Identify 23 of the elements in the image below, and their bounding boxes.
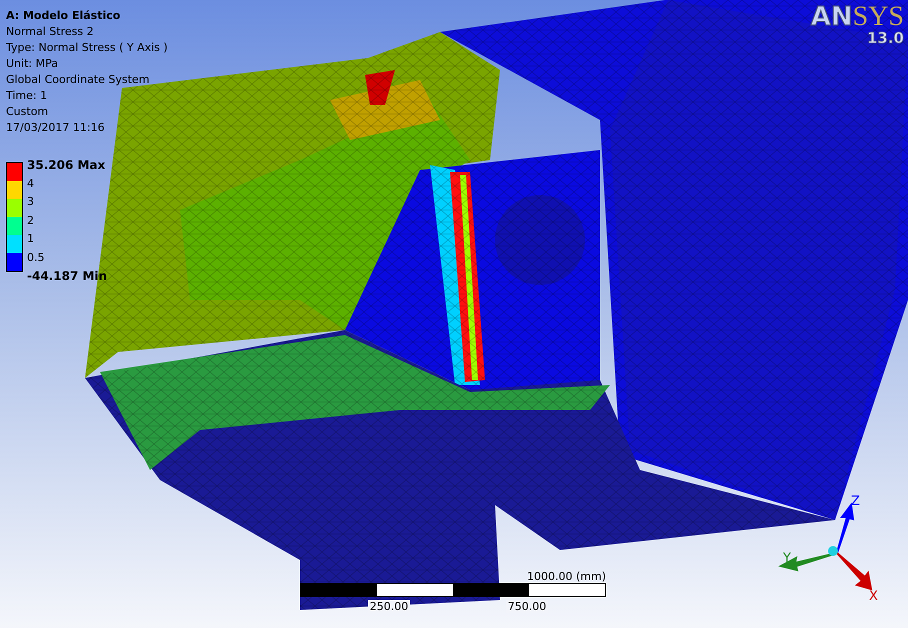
- legend-tick-label: 3: [27, 194, 35, 210]
- scale-label: 1000.00 (mm): [527, 570, 606, 583]
- scale-label: 250.00: [368, 600, 410, 613]
- ansys-logo: ANSYS 13.0: [810, 2, 904, 48]
- result-info-text: 17/03/2017 11:16: [6, 120, 106, 136]
- result-info-text: Global Coordinate System: [6, 72, 150, 88]
- axis-label: Z: [851, 495, 860, 509]
- legend-tick-label: 4: [27, 176, 35, 192]
- legend-tick-label: 2: [27, 212, 35, 228]
- axis-label: X: [869, 589, 878, 604]
- result-info-text: Unit: MPa: [6, 56, 59, 72]
- legend-max-label: 35.206 Max: [27, 157, 106, 174]
- stress-hotspot: [365, 70, 395, 105]
- scale-label: 750.00: [506, 600, 548, 613]
- result-info-text: Time: 1: [6, 88, 48, 104]
- legend-tick-label: 1: [27, 231, 35, 247]
- axis-label: Y: [783, 551, 791, 566]
- legend-tick-label: 0.5: [27, 250, 46, 266]
- result-info-text: Custom: [6, 104, 50, 120]
- origin-sphere-icon: [828, 546, 838, 556]
- result-info-text: Type: Normal Stress ( Y Axis ): [6, 40, 169, 56]
- result-info-text: Normal Stress 2: [6, 24, 95, 40]
- result-title: A: Modelo Elástico: [6, 8, 122, 24]
